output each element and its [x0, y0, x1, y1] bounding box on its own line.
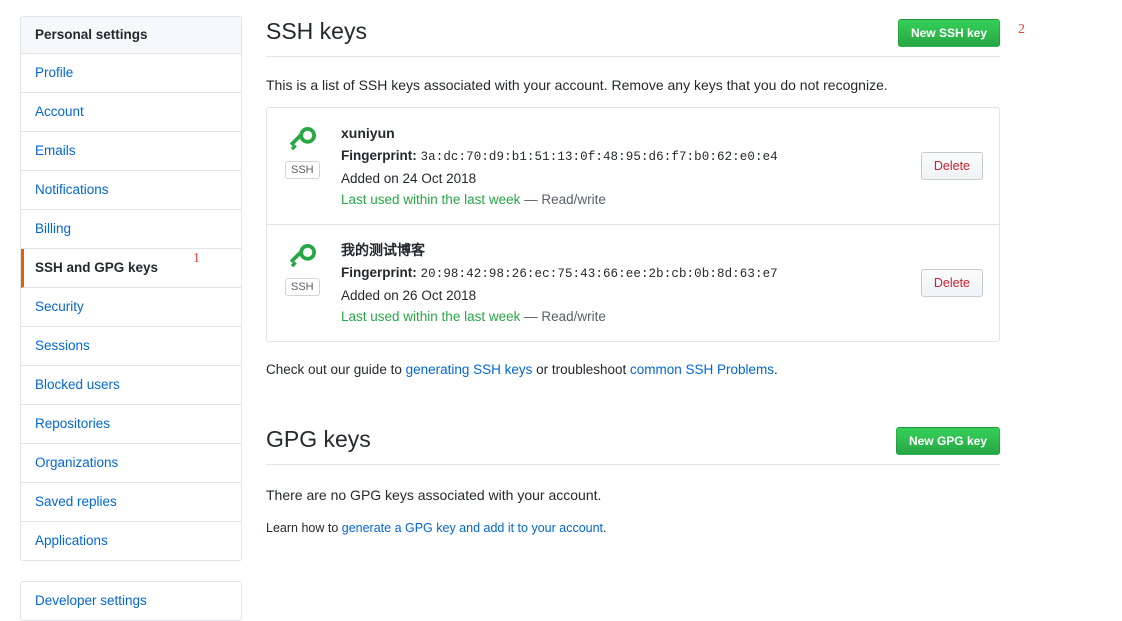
key-icon-column: SSH: [285, 122, 341, 179]
sidebar-item-billing[interactable]: Billing: [21, 210, 241, 249]
new-ssh-key-button[interactable]: New SSH key: [897, 19, 1000, 47]
key-last-used: Last used within the last week — Read/wr…: [341, 189, 911, 210]
sidebar-item-repositories[interactable]: Repositories: [21, 405, 241, 444]
settings-sidebar: Personal settings Profile Account Emails…: [20, 16, 242, 621]
ssh-keys-description: This is a list of SSH keys associated wi…: [266, 77, 888, 93]
page-root: Personal settings Profile Account Emails…: [0, 0, 1122, 621]
new-gpg-key-button[interactable]: New GPG key: [895, 427, 1000, 455]
key-added-date: Added on 24 Oct 2018: [341, 171, 477, 186]
gpg-section-title: GPG keys: [266, 426, 371, 452]
gpg-empty-message: There are no GPG keys associated with yo…: [266, 487, 602, 503]
common-ssh-problems-link[interactable]: common SSH Problems: [630, 362, 774, 377]
key-title: 我的测试博客: [341, 242, 425, 258]
ssh-keys-list: SSH xuniyun Fingerprint: 3a:dc:70:d9:b1:…: [266, 107, 1000, 342]
fingerprint-value: 3a:dc:70:d9:b1:51:13:0f:48:95:d6:f7:b0:6…: [420, 150, 778, 164]
table-row: SSH 我的测试博客 Fingerprint: 20:98:42:98:26:e…: [267, 225, 999, 341]
sidebar-item-developer-settings[interactable]: Developer settings: [21, 582, 241, 620]
sidebar-item-ssh-and-gpg-keys[interactable]: SSH and GPG keys: [21, 249, 241, 288]
last-used-text: Last used within the last week: [341, 192, 521, 207]
sidebar-header: Personal settings: [21, 17, 241, 54]
sidebar-item-organizations[interactable]: Organizations: [21, 444, 241, 483]
last-used-text: Last used within the last week: [341, 309, 521, 324]
key-fingerprint-line: Fingerprint: 3a:dc:70:d9:b1:51:13:0f:48:…: [341, 145, 911, 168]
ssh-key-icon: [289, 127, 316, 151]
sidebar-item-sessions[interactable]: Sessions: [21, 327, 241, 366]
key-icon-column: SSH: [285, 239, 341, 296]
fingerprint-label: Fingerprint:: [341, 265, 417, 280]
key-fingerprint-line: Fingerprint: 20:98:42:98:26:ec:75:43:66:…: [341, 262, 911, 285]
help-middle-text: or troubleshoot: [532, 362, 630, 377]
sidebar-item-applications[interactable]: Applications: [21, 522, 241, 560]
generate-gpg-key-link[interactable]: generate a GPG key and add it to your ac…: [342, 521, 603, 535]
ssh-key-icon: [289, 244, 316, 268]
ssh-badge: SSH: [285, 161, 320, 179]
sidebar-item-blocked-users[interactable]: Blocked users: [21, 366, 241, 405]
gpg-keys-header: GPG keys New GPG key: [266, 422, 1000, 465]
annotation-number-2: 2: [1018, 22, 1025, 37]
sidebar-nav-box: Personal settings Profile Account Emails…: [20, 16, 242, 561]
key-info: xuniyun Fingerprint: 3a:dc:70:d9:b1:51:1…: [341, 122, 911, 210]
sidebar-item-saved-replies[interactable]: Saved replies: [21, 483, 241, 522]
delete-key-button[interactable]: Delete: [920, 152, 983, 180]
key-access-level: — Read/write: [524, 192, 606, 207]
key-added-date: Added on 26 Oct 2018: [341, 288, 477, 303]
main-content: SSH keys New SSH key This is a list of S…: [266, 14, 1000, 537]
generating-ssh-keys-link[interactable]: generating SSH keys: [406, 362, 533, 377]
sidebar-item-notifications[interactable]: Notifications: [21, 171, 241, 210]
sidebar-item-security[interactable]: Security: [21, 288, 241, 327]
fingerprint-label: Fingerprint:: [341, 148, 417, 163]
key-access-level: — Read/write: [524, 309, 606, 324]
gpg-keys-section: GPG keys New GPG key There are no GPG ke…: [266, 422, 1000, 537]
ssh-keys-header: SSH keys New SSH key: [266, 14, 1000, 57]
key-info: 我的测试博客 Fingerprint: 20:98:42:98:26:ec:75…: [341, 239, 911, 327]
sidebar-item-account[interactable]: Account: [21, 93, 241, 132]
help-suffix-text: .: [774, 362, 778, 377]
developer-settings-box: Developer settings: [20, 581, 242, 621]
ssh-badge: SSH: [285, 278, 320, 296]
key-last-used: Last used within the last week — Read/wr…: [341, 306, 911, 327]
sidebar-item-emails[interactable]: Emails: [21, 132, 241, 171]
ssh-help-line: Check out our guide to generating SSH ke…: [266, 360, 1000, 380]
key-actions: Delete: [911, 269, 983, 297]
sidebar-item-profile[interactable]: Profile: [21, 54, 241, 93]
page-title: SSH keys: [266, 18, 367, 44]
delete-key-button[interactable]: Delete: [920, 269, 983, 297]
help-prefix-text: Check out our guide to: [266, 362, 406, 377]
gpg-learn-line: Learn how to generate a GPG key and add …: [266, 519, 1000, 537]
fingerprint-value: 20:98:42:98:26:ec:75:43:66:ee:2b:cb:0b:8…: [420, 267, 778, 281]
key-actions: Delete: [911, 152, 983, 180]
gpg-learn-suffix: .: [603, 521, 607, 535]
table-row: SSH xuniyun Fingerprint: 3a:dc:70:d9:b1:…: [267, 108, 999, 225]
gpg-learn-prefix: Learn how to: [266, 521, 342, 535]
key-title: xuniyun: [341, 125, 395, 141]
